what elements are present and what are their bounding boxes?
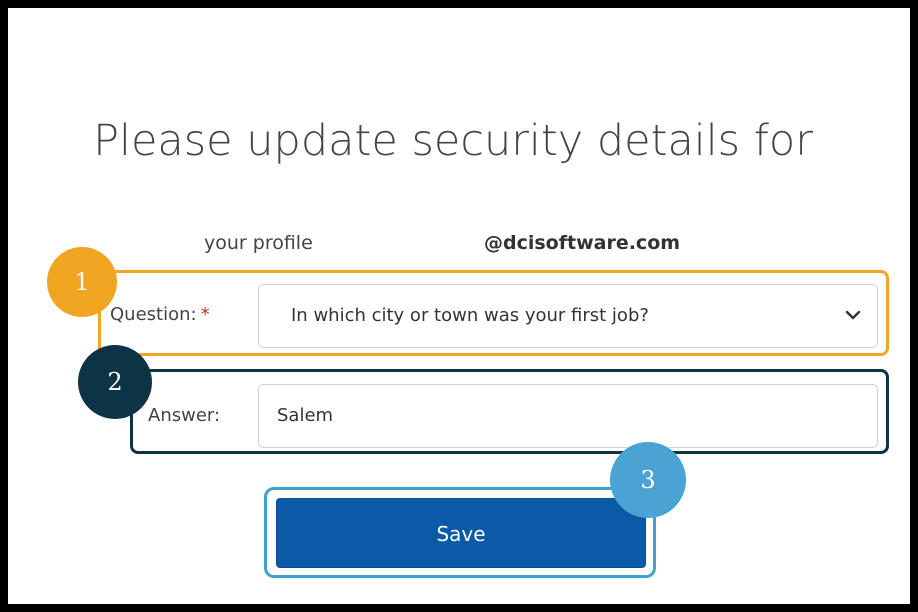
chevron-down-icon — [845, 310, 861, 320]
security-question-value: In which city or town was your first job… — [291, 305, 649, 326]
callout-badge-1: 1 — [47, 247, 117, 317]
question-label-text: Question: — [110, 304, 197, 325]
profile-email: @dcisoftware.com — [484, 232, 681, 254]
callout-badge-3: 3 — [610, 442, 686, 518]
page-title: Please update security details for — [93, 116, 813, 166]
answer-label: Answer: — [148, 405, 221, 426]
answer-value: Salem — [277, 405, 334, 426]
answer-input[interactable]: Salem — [258, 384, 878, 448]
profile-label: your profile — [204, 232, 313, 254]
security-question-select[interactable]: In which city or town was your first job… — [258, 284, 878, 348]
required-asterisk: * — [200, 304, 210, 325]
callout-badge-2: 2 — [78, 345, 152, 419]
question-label: Question: * — [110, 304, 210, 325]
save-button[interactable]: Save — [276, 498, 646, 568]
